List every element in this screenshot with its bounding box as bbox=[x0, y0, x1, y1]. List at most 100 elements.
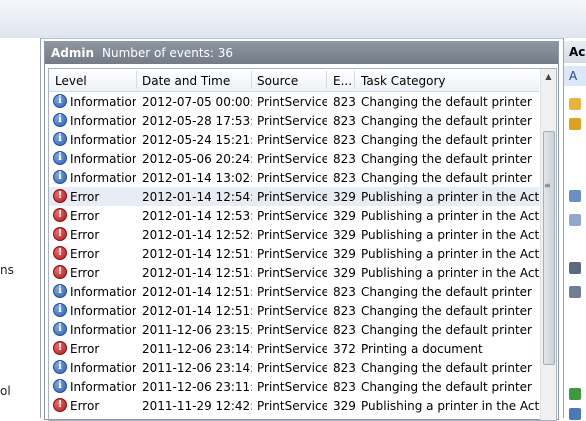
table-row[interactable]: !Error 2011-11-29 12:42:19 PrintService 329… bbox=[49, 396, 539, 415]
cell-source: PrintService bbox=[257, 361, 327, 375]
information-icon: i bbox=[53, 113, 67, 127]
cell-task-category: Publishing a printer in the Active bbox=[361, 190, 539, 204]
information-icon: i bbox=[53, 170, 67, 184]
cell-source: PrintService bbox=[257, 209, 327, 223]
scroll-thumb[interactable] bbox=[543, 131, 555, 365]
table-row[interactable]: iInformation 2012-01-14 12:51:31 PrintServ… bbox=[49, 282, 539, 301]
error-icon: ! bbox=[53, 208, 67, 222]
cell-task-category: Publishing a printer in the Active bbox=[361, 209, 539, 223]
cell-task-category: Changing the default printer bbox=[361, 95, 532, 109]
information-icon: i bbox=[53, 94, 67, 108]
binoculars-icon[interactable] bbox=[569, 262, 581, 274]
cell-source: PrintService bbox=[257, 228, 327, 242]
cell-task-category: Changing the default printer bbox=[361, 304, 532, 318]
table-row[interactable]: iInformation 2011-12-06 23:15:29 PrintServ… bbox=[49, 320, 539, 339]
cell-task-category: Changing the default printer bbox=[361, 380, 532, 394]
cell-datetime: 2012-05-06 20:24:16 bbox=[142, 152, 252, 166]
cell-datetime: 2012-01-14 12:54:51 bbox=[142, 190, 252, 204]
column-header-source[interactable]: Source bbox=[257, 74, 298, 88]
cell-datetime: 2012-01-14 12:51:48 bbox=[142, 266, 252, 280]
cell-source: PrintService bbox=[257, 285, 327, 299]
scroll-up-arrow-icon[interactable]: ▲ bbox=[541, 69, 556, 85]
cell-datetime: 2011-12-06 23:11:10 bbox=[142, 380, 252, 394]
cell-datetime: 2012-01-14 12:53:14 bbox=[142, 209, 252, 223]
cell-event-id: 329 bbox=[333, 247, 356, 261]
actions-selected-item[interactable]: A bbox=[564, 66, 586, 86]
column-separator[interactable] bbox=[136, 71, 137, 89]
table-row[interactable]: !Error 2012-01-14 12:52:18 PrintService 329… bbox=[49, 225, 539, 244]
table-row[interactable]: iInformation 2011-12-06 23:11:10 PrintServ… bbox=[49, 377, 539, 396]
table-row[interactable]: !Error 2012-01-14 12:54:51 PrintService 329… bbox=[49, 187, 539, 206]
open-folder-icon[interactable] bbox=[569, 98, 581, 110]
column-header-level[interactable]: Level bbox=[55, 74, 87, 88]
cell-source: PrintService bbox=[257, 247, 327, 261]
save-icon[interactable] bbox=[569, 214, 581, 226]
cell-level: Error bbox=[70, 228, 100, 242]
scroll-grip-icon: ≡ bbox=[544, 181, 551, 190]
events-table[interactable]: Level Date and Time Source E... Task Cat… bbox=[48, 68, 557, 421]
cell-event-id: 823 bbox=[333, 114, 356, 128]
table-row[interactable]: iInformation 2012-07-05 00:00:26 PrintServ… bbox=[49, 92, 539, 111]
table-row[interactable]: !Error 2012-01-14 12:51:48 PrintService 329… bbox=[49, 263, 539, 282]
error-icon: ! bbox=[53, 398, 67, 412]
cell-source: PrintService bbox=[257, 190, 327, 204]
table-row[interactable]: iInformation 2011-12-06 23:14:08 PrintServ… bbox=[49, 358, 539, 377]
table-header: Level Date and Time Source E... Task Cat… bbox=[49, 69, 539, 92]
cell-level: Information bbox=[70, 304, 136, 318]
table-row[interactable]: iInformation 2012-05-06 20:24:16 PrintServ… bbox=[49, 149, 539, 168]
cell-task-category: Changing the default printer bbox=[361, 133, 532, 147]
cell-event-id: 823 bbox=[333, 285, 356, 299]
cell-task-category: Publishing a printer in the Active bbox=[361, 266, 539, 280]
cell-event-id: 329 bbox=[333, 228, 356, 242]
table-row[interactable]: iInformation 2012-05-28 17:53:44 PrintServ… bbox=[49, 111, 539, 130]
cell-source: PrintService bbox=[257, 266, 327, 280]
cell-datetime: 2011-12-06 23:14:08 bbox=[142, 361, 252, 375]
cell-level: Information bbox=[70, 171, 136, 185]
error-icon: ! bbox=[53, 227, 67, 241]
cell-event-id: 823 bbox=[333, 171, 356, 185]
column-header-event-id[interactable]: E... bbox=[333, 74, 352, 88]
cell-task-category: Publishing a printer in the Active bbox=[361, 228, 539, 242]
column-separator[interactable] bbox=[251, 71, 252, 89]
cell-source: PrintService bbox=[257, 399, 327, 413]
column-separator[interactable] bbox=[326, 71, 327, 89]
cell-level: Information bbox=[70, 114, 136, 128]
refresh-icon[interactable] bbox=[569, 388, 581, 400]
filter-icon[interactable] bbox=[569, 118, 581, 130]
find-icon[interactable] bbox=[569, 190, 581, 202]
export-icon[interactable] bbox=[569, 286, 581, 298]
actions-selected-label: A bbox=[569, 69, 578, 83]
cell-event-id: 823 bbox=[333, 304, 356, 318]
table-row[interactable]: !Error 2012-01-14 12:51:58 PrintService 329… bbox=[49, 244, 539, 263]
cell-level: Error bbox=[70, 266, 100, 280]
column-separator[interactable] bbox=[354, 71, 355, 89]
left-pane-fragment: ns bbox=[0, 263, 14, 277]
cell-datetime: 2011-12-06 23:14:57 bbox=[142, 342, 252, 356]
cell-source: PrintService bbox=[257, 323, 327, 337]
cell-level: Error bbox=[70, 342, 100, 356]
information-icon: i bbox=[53, 322, 67, 336]
cell-task-category: Changing the default printer bbox=[361, 114, 532, 128]
cell-event-id: 823 bbox=[333, 95, 356, 109]
vertical-scrollbar[interactable]: ▲ ≡ bbox=[540, 69, 556, 420]
cell-level: Information bbox=[70, 133, 136, 147]
table-row[interactable]: !Error 2011-12-06 23:14:57 PrintService 372… bbox=[49, 339, 539, 358]
table-row[interactable]: !Error 2012-01-14 12:53:14 PrintService 329… bbox=[49, 206, 539, 225]
table-row[interactable]: iInformation 2012-01-14 12:51:30 PrintServ… bbox=[49, 301, 539, 320]
left-tree-pane[interactable]: ns ol bbox=[0, 38, 41, 418]
information-icon: i bbox=[53, 303, 67, 317]
cell-source: PrintService bbox=[257, 133, 327, 147]
column-header-task-category[interactable]: Task Category bbox=[361, 74, 446, 88]
cell-event-id: 823 bbox=[333, 361, 356, 375]
help-icon[interactable] bbox=[569, 408, 581, 420]
cell-task-category: Publishing a printer in the Active bbox=[361, 399, 539, 413]
table-body: iInformation2012-07-05 00:00:26PrintServ… bbox=[49, 92, 539, 415]
information-icon: i bbox=[53, 360, 67, 374]
information-icon: i bbox=[53, 284, 67, 298]
table-row[interactable]: iInformation 2012-05-24 15:21:50 PrintServ… bbox=[49, 130, 539, 149]
column-header-datetime[interactable]: Date and Time bbox=[142, 74, 230, 88]
cell-level: Information bbox=[70, 323, 136, 337]
cell-level: Error bbox=[70, 399, 100, 413]
table-row[interactable]: iInformation 2012-01-14 13:02:01 PrintServ… bbox=[49, 168, 539, 187]
error-icon: ! bbox=[53, 246, 67, 260]
